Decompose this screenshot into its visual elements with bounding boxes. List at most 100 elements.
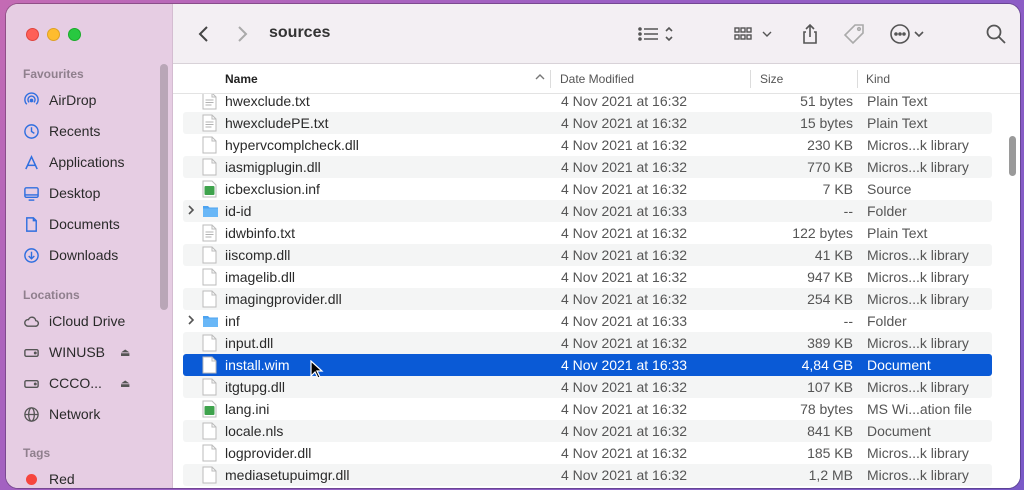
file-row[interactable]: icbexclusion.inf 4 Nov 2021 at 16:32 7 KB S…	[183, 178, 992, 200]
file-row[interactable]: hwexclude.txt 4 Nov 2021 at 16:32 51 bytes…	[183, 94, 992, 112]
file-size: --	[843, 203, 853, 219]
file-size: 4,84 GB	[801, 357, 853, 373]
file-kind: Source	[867, 181, 912, 197]
file-list: hwexclude.txt 4 Nov 2021 at 16:32 51 bytes…	[173, 94, 1020, 488]
file-row[interactable]: iasmigplugin.dll 4 Nov 2021 at 16:32 770 K…	[183, 156, 992, 178]
file-row[interactable]: imagelib.dll 4 Nov 2021 at 16:32 947 KB Mic…	[183, 266, 992, 288]
file-row[interactable]: lang.ini 4 Nov 2021 at 16:32 78 bytes MS Wi…	[183, 398, 992, 420]
eject-icon[interactable]: ⏏	[120, 377, 130, 390]
sidebar-item-documents[interactable]: Documents	[22, 212, 162, 236]
sidebar-item-network[interactable]: Network	[22, 402, 162, 426]
file-row[interactable]: id-id 4 Nov 2021 at 16:33 -- Folder	[183, 200, 992, 222]
sort-ascending-icon[interactable]	[534, 71, 546, 86]
file-kind: Micros...k library	[867, 445, 969, 461]
column-name-header[interactable]: Name	[225, 72, 258, 86]
sidebar-item-airdrop[interactable]: AirDrop	[22, 88, 162, 112]
grid-group-icon	[734, 27, 772, 40]
file-row[interactable]: inf 4 Nov 2021 at 16:33 -- Folder	[183, 310, 992, 332]
cloud-icon	[22, 312, 40, 330]
file-row[interactable]: iiscomp.dll 4 Nov 2021 at 16:32 41 KB Micro…	[183, 244, 992, 266]
share-button[interactable]	[800, 22, 820, 46]
file-row[interactable]: logprovider.dll 4 Nov 2021 at 16:32 185 KB…	[183, 442, 992, 464]
sidebar-item-winusb[interactable]: WINUSB ⏏	[22, 340, 162, 364]
more-actions-button[interactable]	[889, 22, 929, 46]
file-name: install.wim	[225, 357, 290, 373]
sidebar-item-desktop[interactable]: Desktop	[22, 181, 162, 205]
minimize-window-button[interactable]	[47, 28, 60, 41]
file-size: 389 KB	[807, 335, 853, 351]
file-row[interactable]: imagingprovider.dll 4 Nov 2021 at 16:32 25…	[183, 288, 992, 310]
file-row[interactable]: idwbinfo.txt 4 Nov 2021 at 16:32 122 bytes…	[183, 222, 992, 244]
sidebar-item-label: Recents	[49, 123, 101, 139]
file-row[interactable]: install.wim 4 Nov 2021 at 16:33 4,84 GB Doc…	[183, 354, 992, 376]
sidebar-item-label: WINUSB	[49, 344, 105, 360]
file-row[interactable]: itgtupg.dll 4 Nov 2021 at 16:32 107 KB Micr…	[183, 376, 992, 398]
sidebar-item-downloads[interactable]: Downloads	[22, 243, 162, 267]
column-divider[interactable]	[550, 70, 551, 88]
finder-window: Favourites AirDrop Recents Applications …	[6, 4, 1020, 488]
forward-button[interactable]	[235, 22, 249, 46]
zoom-window-button[interactable]	[68, 28, 81, 41]
file-list-scrollbar[interactable]	[1009, 136, 1016, 176]
file-kind: MS Wi...ation file	[867, 401, 973, 417]
sidebar-item-recents[interactable]: Recents	[22, 119, 162, 143]
document-file-icon	[202, 444, 217, 462]
file-row[interactable]: hwexcludePE.txt 4 Nov 2021 at 16:32 15 byt…	[183, 112, 992, 134]
file-name: idwbinfo.txt	[225, 225, 296, 241]
file-date-modified: 4 Nov 2021 at 16:32	[561, 115, 688, 131]
search-icon	[986, 24, 1006, 44]
file-kind: Micros...k library	[867, 291, 969, 307]
sidebar-item-label: Red	[49, 471, 75, 487]
file-row[interactable]: hypervcomplcheck.dll 4 Nov 2021 at 16:32 2…	[183, 134, 992, 156]
file-kind: Micros...k library	[867, 467, 969, 483]
file-size: 78 bytes	[800, 401, 853, 417]
file-date-modified: 4 Nov 2021 at 16:32	[561, 181, 688, 197]
file-name: mediasetupuimgr.dll	[225, 467, 350, 483]
file-kind: Folder	[867, 203, 907, 219]
search-button[interactable]	[985, 22, 1007, 46]
document-file-icon	[202, 422, 217, 440]
column-size-header[interactable]: Size	[760, 72, 783, 86]
file-date-modified: 4 Nov 2021 at 16:32	[561, 379, 688, 395]
sidebar-item-applications[interactable]: Applications	[22, 150, 162, 174]
source-file-icon	[202, 180, 217, 198]
sidebar-item-icloud-drive[interactable]: iCloud Drive	[22, 309, 162, 333]
text-file-icon	[202, 114, 217, 132]
document-file-icon	[202, 290, 217, 308]
file-name: imagelib.dll	[225, 269, 296, 285]
file-row[interactable]: locale.nls 4 Nov 2021 at 16:32 841 KB Docum…	[183, 420, 992, 442]
network-icon	[22, 405, 40, 423]
folder-icon	[202, 312, 218, 330]
group-by-button[interactable]	[733, 22, 777, 46]
back-button[interactable]	[197, 22, 211, 46]
sidebar-item-label: Downloads	[49, 247, 119, 263]
sidebar-item-label: iCloud Drive	[49, 313, 126, 329]
column-divider[interactable]	[857, 70, 858, 88]
file-row[interactable]: mediasetupuimgr.dll 4 Nov 2021 at 16:32 1,…	[183, 464, 992, 486]
download-icon	[22, 246, 40, 264]
sidebar-item-ccco[interactable]: CCCO... ⏏	[22, 371, 162, 395]
file-name: itgtupg.dll	[225, 379, 285, 395]
file-row[interactable]: input.dll 4 Nov 2021 at 16:32 389 KB Micros…	[183, 332, 992, 354]
tag-icon	[843, 24, 864, 45]
disclosure-triangle-icon[interactable]	[186, 203, 198, 217]
file-kind: Micros...k library	[867, 159, 969, 175]
document-file-icon	[202, 158, 217, 176]
disclosure-triangle-icon[interactable]	[186, 313, 198, 327]
mouse-pointer-icon	[310, 360, 324, 379]
column-header: Name Date Modified Size Kind	[173, 64, 1020, 94]
file-size: 947 KB	[807, 269, 853, 285]
eject-icon[interactable]: ⏏	[120, 346, 130, 359]
file-size: 254 KB	[807, 291, 853, 307]
sidebar-scrollbar[interactable]	[160, 64, 168, 310]
sidebar-item-tag-red[interactable]: Red	[22, 467, 162, 488]
toolbar: sources	[173, 4, 1020, 64]
column-divider[interactable]	[750, 70, 751, 88]
tag-button[interactable]	[843, 22, 867, 46]
file-date-modified: 4 Nov 2021 at 16:33	[561, 357, 688, 373]
column-kind-header[interactable]: Kind	[866, 72, 890, 86]
column-date-header[interactable]: Date Modified	[560, 72, 634, 86]
view-list-button[interactable]	[636, 22, 676, 46]
close-window-button[interactable]	[26, 28, 39, 41]
sidebar: Favourites AirDrop Recents Applications …	[6, 4, 173, 488]
